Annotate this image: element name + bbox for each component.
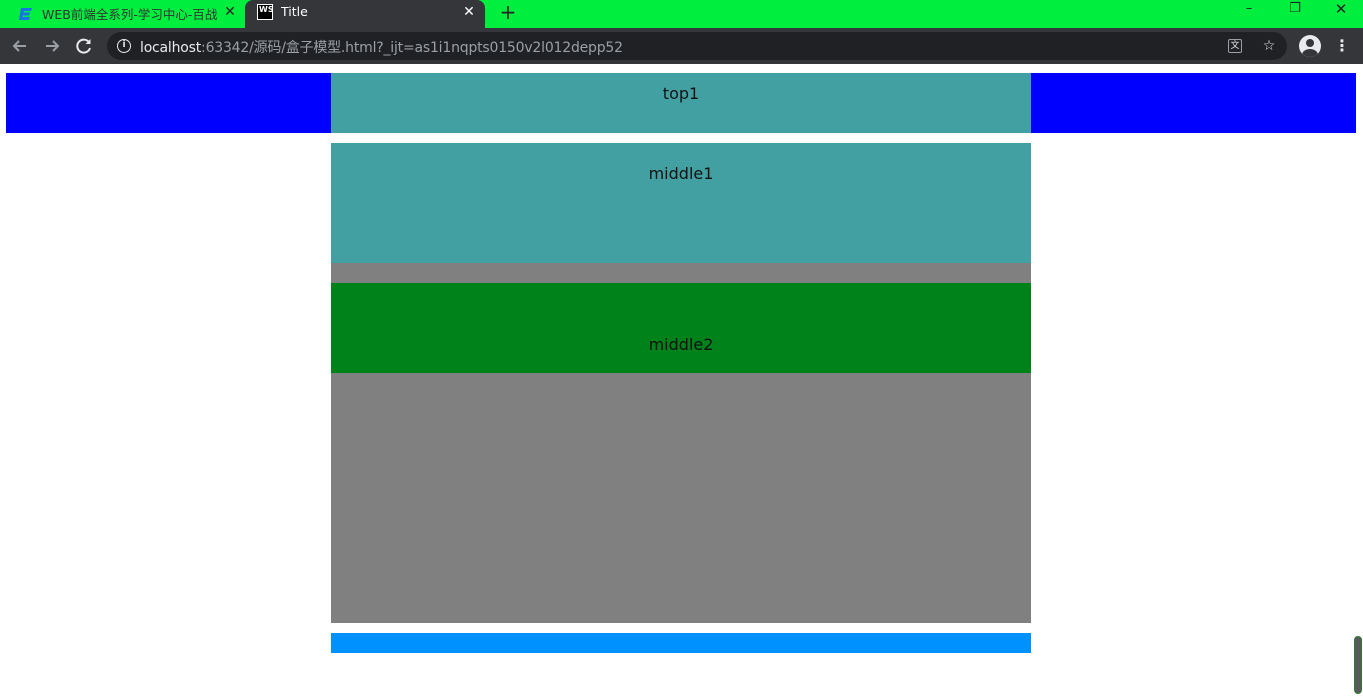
- webstorm-favicon-icon: WS: [257, 4, 274, 20]
- middle1-label: middle1: [648, 164, 714, 183]
- tab-title-active[interactable]: WS Title ✕: [245, 0, 485, 28]
- middle2-label: middle2: [648, 335, 714, 354]
- url-path: :63342/源码/盒子模型.html?_ijt=as1i1nqpts0150v…: [201, 40, 623, 56]
- site-favicon-icon: [18, 6, 34, 22]
- top1-label: top1: [662, 84, 700, 103]
- star-icon[interactable]: ☆: [1260, 37, 1278, 55]
- top1-box: top1: [331, 73, 1031, 133]
- tab-close-icon[interactable]: ✕: [221, 3, 239, 21]
- maximize-button[interactable]: ❐: [1272, 0, 1318, 20]
- tab-title: Title: [281, 4, 308, 19]
- tab-title: WEB前端全系列-学习中心-百战: [42, 7, 217, 22]
- forward-arrow-icon[interactable]: [39, 33, 65, 59]
- new-tab-button[interactable]: +: [497, 2, 519, 24]
- middle2-box: middle2: [331, 283, 1031, 373]
- back-arrow-icon[interactable]: [7, 33, 33, 59]
- page-viewport: top1 middle1 middle2: [0, 64, 1363, 697]
- tab-close-icon[interactable]: ✕: [460, 3, 478, 21]
- minimize-button[interactable]: –: [1226, 0, 1272, 20]
- url-host: localhost: [140, 40, 202, 56]
- url-text[interactable]: localhost:63342/源码/盒子模型.html?_ijt=as1i1n…: [140, 37, 623, 57]
- browser-toolbar: i localhost:63342/源码/盒子模型.html?_ijt=as1i…: [0, 28, 1363, 64]
- middle1-box: middle1: [331, 143, 1031, 263]
- menu-icon[interactable]: ⋮: [1334, 34, 1350, 58]
- reload-icon[interactable]: [71, 33, 97, 59]
- address-bar[interactable]: i localhost:63342/源码/盒子模型.html?_ijt=as1i…: [107, 32, 1287, 60]
- scrollbar-thumb[interactable]: [1354, 636, 1362, 694]
- tab-web-course[interactable]: WEB前端全系列-学习中心-百战 ✕: [0, 0, 245, 28]
- translate-icon[interactable]: 文: [1228, 39, 1242, 53]
- info-icon[interactable]: i: [117, 39, 131, 53]
- close-window-button[interactable]: ✕: [1318, 0, 1363, 20]
- tab-strip: WEB前端全系列-学习中心-百战 ✕ WS Title ✕ + – ❐ ✕: [0, 0, 1363, 28]
- bottom-box: [331, 633, 1031, 653]
- account-icon[interactable]: [1299, 35, 1321, 57]
